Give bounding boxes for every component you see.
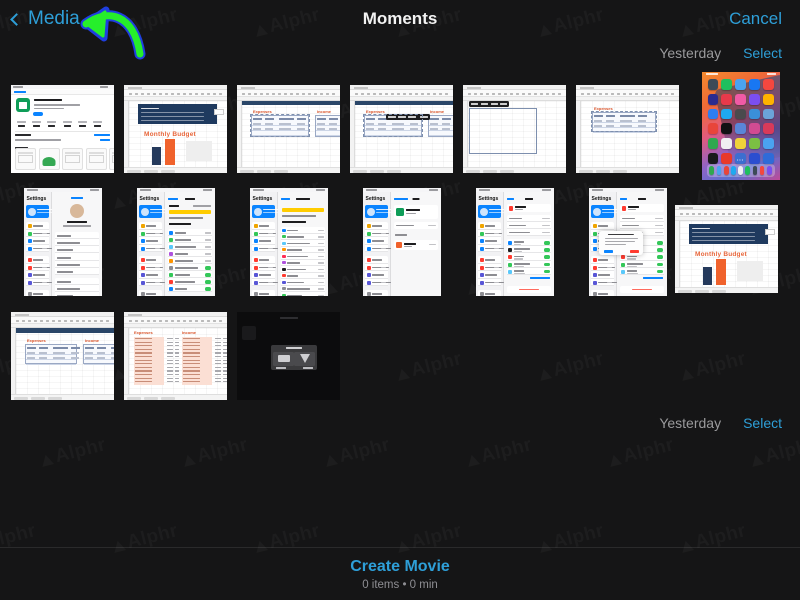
- app-icon: [707, 123, 719, 135]
- media-thumbnail[interactable]: [237, 312, 340, 400]
- app-icon: [748, 79, 760, 90]
- section-header-bottom: Yesterday Select: [659, 415, 782, 431]
- app-icon: [748, 123, 760, 135]
- media-thumbnail[interactable]: Expenses Income: [350, 85, 453, 173]
- dock-app-icon: [709, 166, 715, 175]
- thumbnail-preview-darkdialog: [237, 312, 340, 400]
- thumbnail-preview-blanksheet: [463, 85, 566, 173]
- dock-app-icon: [759, 166, 765, 175]
- media-thumbnail[interactable]: Expenses Income: [237, 85, 340, 173]
- app-icon: [762, 108, 774, 120]
- thumbnail-preview-settings-alert: Settings: [588, 188, 667, 296]
- media-thumbnail[interactable]: Settings: [249, 188, 328, 296]
- media-thumbnail[interactable]: Expenses Income: [11, 312, 114, 400]
- thumbnail-preview-expenses-wide: Expenses Income: [11, 312, 114, 400]
- create-movie-button[interactable]: Create Movie: [350, 558, 450, 576]
- media-thumbnail[interactable]: Settings: [136, 188, 215, 296]
- app-icon: [735, 93, 746, 105]
- dock-app-icon: [738, 166, 743, 175]
- media-thumbnail[interactable]: •••: [701, 72, 780, 180]
- app-icon: [707, 79, 719, 90]
- dock-app-icon: [716, 166, 722, 175]
- cancel-button[interactable]: Cancel: [729, 9, 782, 29]
- app-icon: [721, 79, 733, 90]
- app-icon: [748, 93, 760, 105]
- app-icon: [707, 108, 719, 120]
- section-header-top: Yesterday Select: [659, 45, 782, 61]
- app-icon: [748, 138, 760, 150]
- dock-app-icon: [745, 166, 751, 175]
- media-thumbnail[interactable]: Expenses Income: [124, 312, 227, 400]
- page-title: Moments: [362, 9, 438, 28]
- media-thumbnail[interactable]: [11, 85, 114, 173]
- media-thumbnail[interactable]: Monthly Budget: [124, 85, 227, 173]
- dock-app-icon: [731, 166, 736, 175]
- media-thumbnail-grid: Monthly Budget Expenses Income Expenses Inco…: [0, 0, 800, 600]
- movie-meta-label: 0 items • 0 min: [362, 579, 438, 591]
- media-thumbnail[interactable]: Settings: [475, 188, 554, 296]
- thumbnail-preview-settings-storage: Settings: [249, 188, 328, 296]
- navigation-bar: Media Moments Cancel: [0, 0, 800, 40]
- app-icon: [762, 138, 774, 150]
- media-thumbnail[interactable]: Expenses: [576, 85, 679, 173]
- media-thumbnail[interactable]: Settings: [362, 188, 441, 296]
- bottom-toolbar: Create Movie 0 items • 0 min: [0, 547, 800, 600]
- app-icon: [721, 123, 733, 135]
- thumbnail-preview-tables: Expenses Income: [124, 312, 227, 400]
- section-date-label: Yesterday: [659, 415, 722, 431]
- app-icon: [707, 93, 719, 105]
- thumbnail-preview-settings-icloud: Settings: [136, 188, 215, 296]
- media-thumbnail[interactable]: Monthly Budget: [675, 205, 778, 293]
- thumbnail-preview-appstore: [11, 85, 114, 173]
- app-icon: [735, 108, 746, 120]
- thumbnail-preview-budget: Monthly Budget: [675, 205, 778, 293]
- app-icon: [748, 108, 760, 120]
- section-date-label: Yesterday: [659, 45, 722, 61]
- media-thumbnail[interactable]: [463, 85, 566, 173]
- dock-app-icon: [766, 166, 772, 175]
- dock-app-icon: [723, 166, 729, 175]
- app-icon: [735, 138, 746, 150]
- app-icon: [735, 79, 746, 90]
- thumbnail-preview-settings-backup: Settings: [475, 188, 554, 296]
- thumbnail-preview-settings-docs: Settings: [362, 188, 441, 296]
- app-icon: [707, 138, 719, 150]
- app-icon: [721, 108, 733, 120]
- thumbnail-preview-expenses-menu: Expenses Income: [350, 85, 453, 173]
- thumbnail-preview-expenses2: Expenses: [576, 85, 679, 173]
- app-icon: [762, 79, 774, 90]
- media-thumbnail[interactable]: Settings: [588, 188, 667, 296]
- app-icon: [735, 123, 746, 135]
- thumbnail-preview-budget: Monthly Budget: [124, 85, 227, 173]
- thumbnail-preview-homescreen: •••: [701, 72, 780, 180]
- section-select-button[interactable]: Select: [743, 45, 782, 61]
- app-icon: [762, 123, 774, 135]
- media-thumbnail[interactable]: Settings: [23, 188, 102, 296]
- moments-picker-screen: AlphrAlphrAlphrAlphrAlphrAlphrAlphrAlphr…: [0, 0, 800, 600]
- app-icon: [721, 93, 733, 105]
- thumbnail-preview-expenses: Expenses Income: [237, 85, 340, 173]
- app-icon: [721, 138, 733, 150]
- section-select-button[interactable]: Select: [743, 415, 782, 431]
- dock-app-icon: [752, 166, 758, 175]
- thumbnail-preview-settings-appleid: Settings: [23, 188, 102, 296]
- app-icon: [762, 93, 774, 105]
